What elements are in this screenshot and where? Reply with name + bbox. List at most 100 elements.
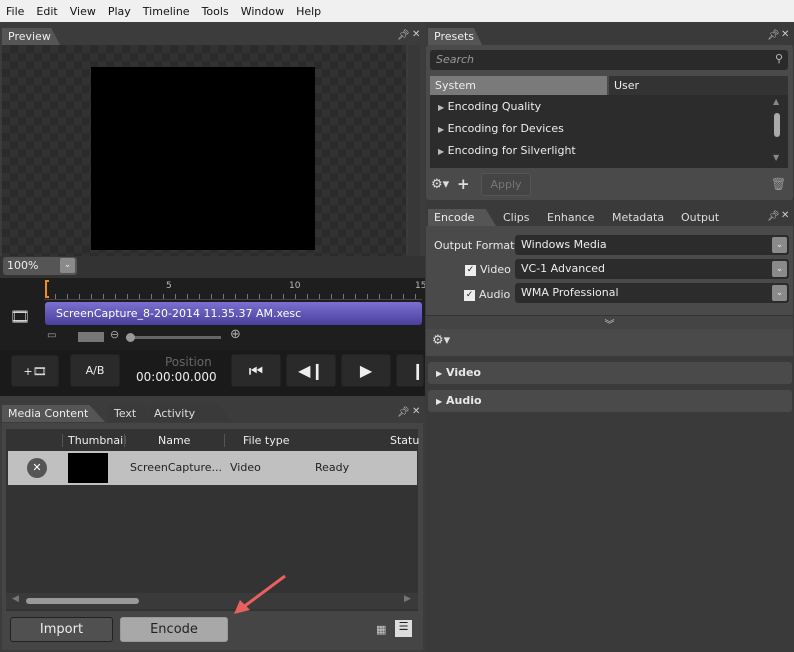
timeline-ruler[interactable] [44, 280, 422, 300]
audio-codec-select[interactable]: WMA Professional ⌄ [515, 283, 789, 303]
annotation-arrow [234, 574, 286, 614]
col-file-type[interactable]: File type [224, 434, 310, 447]
video-label: Video [480, 263, 511, 276]
import-button[interactable]: Import [10, 617, 113, 642]
preview-scrollbar[interactable] [408, 45, 420, 256]
timeline-zoom-slider[interactable] [126, 336, 221, 339]
pin-icon[interactable]: 📌︎ [397, 407, 410, 418]
preset-group[interactable]: ▶ Encoding for Silverlight [438, 144, 576, 157]
close-icon[interactable]: ✕ [412, 29, 420, 40]
tab-media-content[interactable]: Media Content ✕ [2, 405, 105, 422]
chevron-down-icon: ⌄ [772, 261, 787, 277]
tab-text[interactable]: Text [108, 405, 150, 422]
encode-button[interactable]: Encode [120, 617, 228, 642]
timeline-view-icon[interactable]: ▭ [47, 330, 56, 341]
col-status[interactable]: Statu [390, 434, 419, 447]
scrollbar-thumb[interactable] [26, 598, 139, 604]
play-icon: ▶ [359, 361, 373, 380]
ab-button[interactable]: A/B [70, 354, 120, 387]
thumbnail-view-icon[interactable]: ▦ [376, 623, 386, 636]
tab-activity-log[interactable]: Activity Log [148, 405, 232, 422]
zoom-in-icon[interactable]: ⊕ [230, 327, 241, 342]
video-checkbox[interactable]: ✓ Video [465, 263, 511, 276]
audio-label: Audio [479, 288, 511, 301]
audio-codec-value: WMA Professional [521, 286, 619, 299]
col-thumbnail[interactable]: Thumbnail [62, 434, 126, 447]
pin-icon[interactable]: 📌︎ [767, 211, 780, 222]
chevron-down-icon: ⌄ [60, 258, 75, 273]
zoom-select[interactable]: 100% ⌄ [3, 257, 77, 275]
slider-thumb[interactable] [126, 333, 135, 342]
play-button[interactable]: ▶ [341, 354, 391, 387]
tab-preview[interactable]: Preview [2, 28, 60, 45]
track-icon[interactable] [78, 332, 104, 342]
col-name[interactable]: Name [124, 434, 224, 447]
zoom-out-icon[interactable]: ⊖ [110, 328, 119, 341]
step-forward-icon: ❙▶ [411, 361, 424, 380]
menu-window[interactable]: Window [235, 5, 290, 18]
preset-label: Encoding for Devices [447, 122, 564, 135]
close-icon[interactable]: ✕ [781, 210, 789, 221]
tab-encode[interactable]: Encode ✕ [428, 209, 496, 226]
tab-output[interactable]: Output [675, 209, 735, 226]
checkmark-icon: ✓ [464, 289, 475, 301]
add-preset-icon[interactable]: + [457, 175, 470, 193]
preset-label: Encoding Quality [447, 100, 542, 113]
go-to-start-button[interactable]: ⏮︎ [231, 354, 281, 387]
menu-play[interactable]: Play [102, 5, 137, 18]
menu-file[interactable]: File [0, 5, 30, 18]
preset-search-input[interactable]: Search ⚲ [430, 50, 788, 70]
tab-user[interactable]: User [609, 76, 788, 95]
position-label: Position [165, 355, 212, 369]
step-back-button[interactable]: ◀❙ [286, 354, 336, 387]
tick-label: 5 [166, 281, 172, 291]
row-status: Ready [315, 461, 350, 474]
zoom-value: 100% [7, 259, 39, 272]
tick-label: 10 [289, 281, 301, 291]
video-frame [91, 67, 315, 250]
horizontal-scrollbar[interactable]: ◀ ▶ [6, 593, 418, 609]
tab-metadata[interactable]: Metadata [606, 209, 674, 226]
output-format-select[interactable]: Windows Media ⌄ [515, 235, 789, 255]
timeline-clip[interactable]: ScreenCapture_8-20-2014 11.35.37 AM.xesc [45, 302, 422, 325]
playhead[interactable] [45, 280, 49, 298]
gear-icon[interactable]: ⚙▾ [431, 177, 449, 192]
table-row[interactable]: ✕ ScreenCapture... Video Ready [8, 451, 417, 485]
close-icon[interactable]: ✕ [412, 406, 420, 417]
list-view-icon[interactable]: ☰ [395, 620, 412, 637]
clip-name: ScreenCapture_8-20-2014 11.35.37 AM.xesc [56, 307, 302, 320]
preset-label: Encoding for Silverlight [447, 144, 576, 157]
pin-icon[interactable]: 📌︎ [767, 30, 780, 41]
tab-presets[interactable]: Presets [428, 28, 482, 45]
gear-icon[interactable]: ⚙▾ [432, 333, 450, 348]
step-forward-button[interactable]: ❙▶ [396, 354, 424, 387]
trash-icon[interactable]: 🗑︎ [771, 177, 786, 191]
expand-advanced-icon[interactable]: ︾ [426, 315, 793, 331]
tab-system[interactable]: System [430, 76, 607, 95]
menu-edit[interactable]: Edit [30, 5, 63, 18]
add-clip-button[interactable]: +🎞︎ [11, 355, 59, 387]
preset-group[interactable]: ▶ Encoding Quality [438, 100, 541, 113]
film-strip-icon: 🎞︎ [10, 307, 31, 326]
tab-clips[interactable]: Clips [497, 209, 539, 226]
menu-view[interactable]: View [64, 5, 102, 18]
remove-icon[interactable]: ✕ [27, 458, 47, 478]
skip-start-icon: ⏮︎ [248, 360, 264, 380]
preset-scrollbar[interactable]: ▲ ▼ [773, 97, 783, 167]
tab-enhance[interactable]: Enhance [541, 209, 605, 226]
close-icon[interactable]: ✕ [781, 29, 789, 40]
video-codec-select[interactable]: VC-1 Advanced ⌄ [515, 259, 789, 279]
section-audio[interactable]: ▶ Audio [428, 390, 792, 412]
section-video[interactable]: ▶ Video [428, 362, 792, 384]
apply-button[interactable]: Apply [481, 173, 531, 196]
pin-icon[interactable]: 📌︎ [397, 30, 410, 41]
menu-tools[interactable]: Tools [196, 5, 235, 18]
menu-timeline[interactable]: Timeline [137, 5, 196, 18]
thumbnail [68, 453, 108, 483]
checkmark-icon: ✓ [465, 264, 476, 276]
menu-help[interactable]: Help [290, 5, 327, 18]
encode-label: Encode [150, 622, 198, 637]
step-back-icon: ◀❙ [298, 361, 324, 380]
preset-group[interactable]: ▶ Encoding for Devices [438, 122, 564, 135]
audio-checkbox[interactable]: ✓ Audio [464, 288, 510, 301]
